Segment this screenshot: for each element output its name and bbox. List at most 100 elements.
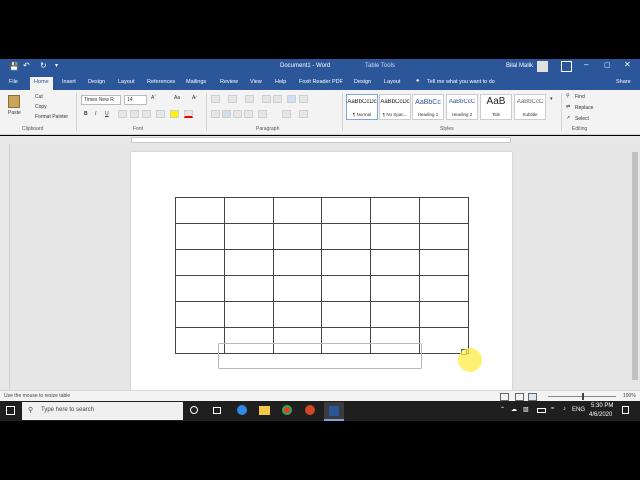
- table-cell[interactable]: [223, 223, 274, 250]
- close-icon[interactable]: ✕: [624, 60, 631, 69]
- justify-icon[interactable]: [244, 110, 253, 118]
- table-cell[interactable]: [175, 223, 225, 250]
- table-cell[interactable]: [272, 301, 323, 328]
- word-table[interactable]: [175, 197, 469, 354]
- battery-icon[interactable]: [537, 408, 546, 413]
- minimize-icon[interactable]: –: [584, 60, 588, 69]
- paste-icon[interactable]: [8, 95, 20, 108]
- increase-indent-icon[interactable]: [273, 95, 282, 103]
- quick-access-menu-icon[interactable]: ▾: [55, 62, 58, 69]
- table-cell[interactable]: [223, 301, 274, 328]
- bullets-icon[interactable]: [211, 95, 220, 103]
- table-cell[interactable]: [370, 249, 421, 276]
- table-cell[interactable]: [321, 223, 372, 250]
- chrome-icon[interactable]: [282, 405, 292, 415]
- table-cell[interactable]: [419, 197, 469, 224]
- focus-icon[interactable]: [500, 393, 509, 401]
- borders-icon[interactable]: [299, 110, 308, 118]
- table-cell[interactable]: [321, 197, 372, 224]
- find-button[interactable]: Find: [575, 94, 585, 100]
- network-icon[interactable]: ▧: [523, 406, 529, 413]
- notifications-icon[interactable]: [622, 406, 629, 414]
- clear-format-icon[interactable]: A∕: [192, 95, 196, 101]
- table-cell[interactable]: [321, 301, 372, 328]
- underline-button[interactable]: U: [105, 111, 109, 117]
- decrease-indent-icon[interactable]: [262, 95, 271, 103]
- word-taskbar-icon[interactable]: [324, 402, 344, 421]
- table-cell[interactable]: [419, 223, 469, 250]
- task-view-icon[interactable]: [213, 407, 221, 414]
- text-effects-icon[interactable]: [156, 110, 165, 118]
- read-mode-icon[interactable]: [515, 393, 524, 401]
- strikethrough-icon[interactable]: [118, 110, 127, 118]
- tab-insert[interactable]: Insert: [62, 79, 76, 85]
- tab-help[interactable]: Help: [275, 79, 286, 85]
- tab-view[interactable]: View: [250, 79, 262, 85]
- show-hidden-icons[interactable]: ⌃: [500, 406, 505, 413]
- tab-file[interactable]: File: [9, 79, 18, 85]
- table-cell[interactable]: [175, 275, 225, 302]
- wifi-icon[interactable]: ≈: [551, 406, 554, 412]
- table-cell[interactable]: [370, 223, 421, 250]
- volume-icon[interactable]: ♪: [563, 406, 566, 412]
- change-case-button[interactable]: Aa: [174, 95, 180, 101]
- clock-date[interactable]: 4/6/2020: [589, 412, 612, 418]
- table-cell[interactable]: [419, 301, 469, 328]
- table-cell[interactable]: [175, 249, 225, 276]
- table-cell[interactable]: [175, 301, 225, 328]
- taskbar-search-box[interactable]: ⚲ Type here to search: [22, 402, 183, 420]
- tab-layout[interactable]: Layout: [118, 79, 135, 85]
- vertical-ruler[interactable]: [0, 144, 10, 390]
- style-heading-2[interactable]: AaBbCcC Heading 2: [446, 94, 478, 120]
- tab-mailings[interactable]: Mailings: [186, 79, 206, 85]
- avatar[interactable]: [537, 61, 548, 72]
- font-size-select[interactable]: 14: [124, 95, 147, 105]
- table-cell[interactable]: [419, 249, 469, 276]
- tab-home[interactable]: Home: [30, 77, 53, 90]
- zoom-thumb[interactable]: [582, 393, 584, 400]
- style-heading-1[interactable]: AaBbCc Heading 1: [412, 94, 444, 120]
- font-color-icon[interactable]: [184, 110, 193, 118]
- tab-foxit[interactable]: Foxit Reader PDF: [299, 79, 343, 85]
- shading-icon[interactable]: [282, 110, 291, 118]
- table-cell[interactable]: [370, 301, 421, 328]
- numbering-icon[interactable]: [228, 95, 237, 103]
- table-cell[interactable]: [223, 275, 274, 302]
- multilevel-list-icon[interactable]: [245, 95, 254, 103]
- paste-button[interactable]: Paste: [8, 110, 21, 116]
- tab-references[interactable]: References: [147, 79, 175, 85]
- table-cell[interactable]: [175, 327, 225, 354]
- styles-more-icon[interactable]: ▾: [550, 96, 553, 102]
- restore-icon[interactable]: ▢: [604, 61, 611, 69]
- user-name[interactable]: Bilal Malik: [506, 63, 533, 69]
- powerpoint-icon[interactable]: [305, 405, 315, 415]
- tab-table-design[interactable]: Design: [354, 79, 371, 85]
- bold-button[interactable]: B: [84, 111, 88, 117]
- table-cell[interactable]: [272, 197, 323, 224]
- copy-button[interactable]: Copy: [35, 104, 47, 110]
- table-cell[interactable]: [223, 249, 274, 276]
- share-button[interactable]: Share: [616, 79, 631, 85]
- windows-start-icon[interactable]: [6, 406, 15, 415]
- print-layout-icon[interactable]: [528, 393, 537, 401]
- language-indicator[interactable]: ENG: [572, 407, 585, 413]
- table-cell[interactable]: [370, 275, 421, 302]
- font-name-select[interactable]: Times New R: [81, 95, 121, 105]
- line-spacing-icon[interactable]: [258, 110, 267, 118]
- grow-font-icon[interactable]: Aˆ: [151, 95, 156, 101]
- file-explorer-icon[interactable]: [259, 406, 270, 415]
- table-cell[interactable]: [175, 197, 225, 224]
- table-cell[interactable]: [370, 197, 421, 224]
- scrollbar-thumb[interactable]: [632, 152, 638, 380]
- tab-table-layout[interactable]: Layout: [384, 79, 401, 85]
- table-cell[interactable]: [223, 197, 274, 224]
- table-cell[interactable]: [321, 249, 372, 276]
- redo-icon[interactable]: ↻: [40, 61, 47, 70]
- onedrive-icon[interactable]: ☁: [511, 406, 517, 413]
- ribbon-display-icon[interactable]: [561, 61, 572, 72]
- tell-me-input[interactable]: Tell me what you want to do: [427, 79, 495, 85]
- cut-button[interactable]: Cut: [35, 94, 43, 100]
- sort-icon[interactable]: [287, 95, 296, 103]
- tab-design[interactable]: Design: [88, 79, 105, 85]
- replace-button[interactable]: Replace: [575, 105, 593, 111]
